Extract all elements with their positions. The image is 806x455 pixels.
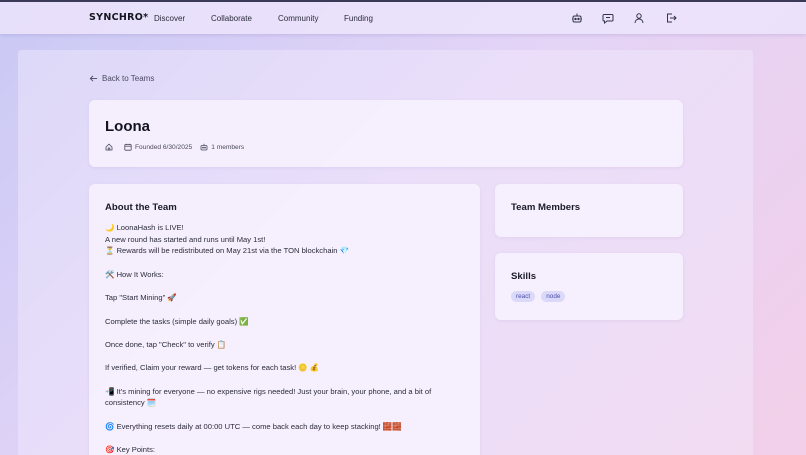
about-line-gap [105,409,465,421]
skills-title: Skills [511,271,537,282]
chat-icon[interactable] [602,12,614,24]
top-navbar: SYNCHRO* Discover Collaborate Community … [0,2,806,34]
about-line-gap [105,257,465,269]
team-members-card: Team Members [495,184,683,237]
logout-icon[interactable] [665,12,677,24]
skills-card: Skills react node [495,253,683,320]
about-line-gap [105,351,465,363]
about-line: Once done, tap "Check" to verify 📋 [105,339,227,349]
back-to-teams-link[interactable]: Back to Teams [89,74,154,83]
about-line: 🌀 Everything resets daily at 00:00 UTC —… [105,421,402,431]
app-logo[interactable]: SYNCHRO* [89,12,148,23]
about-line-gap [105,374,465,386]
home-icon [105,143,113,151]
skills-list: react node [511,291,566,302]
team-member-count: 1 members [200,143,244,151]
about-line: 🛠️ How It Works: [105,269,164,279]
about-line-gap [105,433,465,445]
founded-date: Founded 6/30/2025 [135,143,193,151]
back-link-label: Back to Teams [102,74,155,83]
team-header-card: Loona Founded 6/30/2025 1 members [89,100,683,167]
nav-discover[interactable]: Discover [154,14,185,23]
user-icon[interactable] [633,12,645,24]
about-line: ⏳ Rewards will be redistributed on May 2… [105,246,350,256]
about-line: Complete the tasks (simple daily goals) … [105,316,249,326]
members-count: 1 members [211,143,245,151]
arrow-left-icon [89,75,98,82]
about-line: 📲 It's mining for everyone — no expensiv… [105,386,432,396]
about-line-gap [105,304,465,316]
about-line: consistency 🗓️ [105,398,157,408]
users-icon [200,143,208,151]
calendar-icon [124,143,132,151]
bot-icon[interactable] [571,12,583,24]
team-meta: Founded 6/30/2025 1 members [105,143,252,151]
team-home [105,143,116,151]
about-line: 🎯 Key Points: [105,445,155,455]
team-founded: Founded 6/30/2025 [124,143,192,151]
skill-tag-react[interactable]: react [511,291,536,302]
about-line: A new round has started and runs until M… [105,234,266,244]
skill-tag-node[interactable]: node [541,291,566,302]
about-title: About the Team [105,202,177,213]
about-line: If verified, Claim your reward — get tok… [105,363,320,373]
about-line-gap [105,281,465,293]
nav-funding[interactable]: Funding [344,14,373,23]
team-name: Loona [105,118,150,135]
about-card: About the Team 🌙 LoonaHash is LIVE! A new… [89,184,480,455]
nav-collaborate[interactable]: Collaborate [211,14,252,23]
about-line: Tap "Start Mining" 🚀 [105,293,177,303]
nav-community[interactable]: Community [278,14,318,23]
about-line-gap [105,327,465,339]
about-description: 🌙 LoonaHash is LIVE! A new round has star… [105,222,465,455]
team-members-title: Team Members [511,202,581,213]
about-line: 🌙 LoonaHash is LIVE! [105,223,184,232]
